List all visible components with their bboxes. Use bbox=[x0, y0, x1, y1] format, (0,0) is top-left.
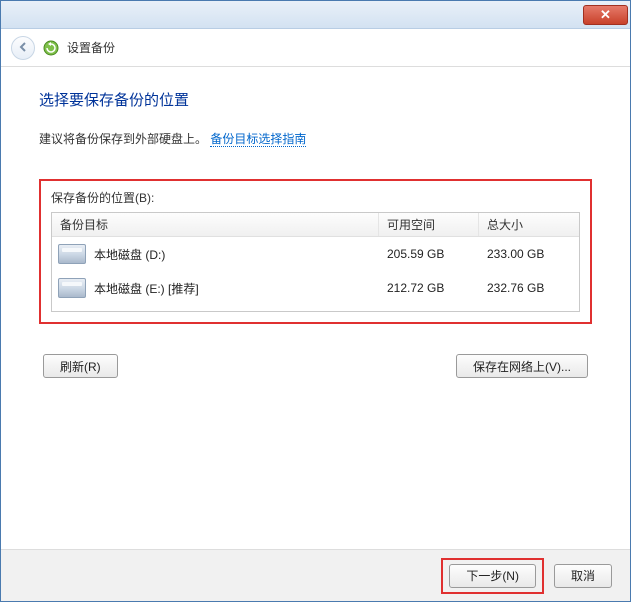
drive-icon bbox=[58, 278, 86, 298]
list-item[interactable]: 本地磁盘 (D:) 205.59 GB 233.00 GB bbox=[52, 237, 579, 271]
dialog-window: ✕ 设置备份 选择要保存备份的位置 建议将备份保存到外部硬盘上。 备份目标选择指… bbox=[0, 0, 631, 602]
page-title: 选择要保存备份的位置 bbox=[39, 89, 592, 110]
list-item[interactable]: 本地磁盘 (E:) [推荐] 212.72 GB 232.76 GB bbox=[52, 271, 579, 305]
close-icon: ✕ bbox=[600, 7, 611, 23]
column-header-free[interactable]: 可用空间 bbox=[379, 213, 479, 236]
drive-name: 本地磁盘 (D:) bbox=[94, 246, 165, 263]
content-area: 选择要保存备份的位置 建议将备份保存到外部硬盘上。 备份目标选择指南 保存备份的… bbox=[1, 67, 630, 549]
back-button[interactable] bbox=[11, 36, 35, 60]
header-bar: 设置备份 bbox=[1, 29, 630, 67]
column-header-name[interactable]: 备份目标 bbox=[52, 213, 379, 236]
drive-icon bbox=[58, 244, 86, 264]
titlebar: ✕ bbox=[1, 1, 630, 29]
footer-bar: 下一步(N) 取消 bbox=[1, 549, 630, 601]
hint-text: 建议将备份保存到外部硬盘上。 bbox=[39, 132, 207, 146]
hint-text-line: 建议将备份保存到外部硬盘上。 备份目标选择指南 bbox=[39, 130, 592, 147]
back-arrow-icon bbox=[17, 40, 29, 56]
list-label: 保存备份的位置(B): bbox=[51, 189, 580, 206]
highlight-box-list: 保存备份的位置(B): 备份目标 可用空间 总大小 本地磁盘 (D:) 205.… bbox=[39, 179, 592, 324]
breadcrumb: 设置备份 bbox=[67, 39, 115, 56]
drive-free: 205.59 GB bbox=[379, 247, 479, 261]
drive-free: 212.72 GB bbox=[379, 281, 479, 295]
column-header-total[interactable]: 总大小 bbox=[479, 213, 579, 236]
save-network-button[interactable]: 保存在网络上(V)... bbox=[456, 354, 588, 378]
backup-icon bbox=[43, 40, 59, 56]
drive-list: 备份目标 可用空间 总大小 本地磁盘 (D:) 205.59 GB 233.00… bbox=[51, 212, 580, 312]
highlight-box-next: 下一步(N) bbox=[441, 558, 544, 594]
hint-link[interactable]: 备份目标选择指南 bbox=[210, 132, 306, 147]
next-button[interactable]: 下一步(N) bbox=[449, 564, 536, 588]
drive-total: 233.00 GB bbox=[479, 247, 579, 261]
drive-total: 232.76 GB bbox=[479, 281, 579, 295]
refresh-button[interactable]: 刷新(R) bbox=[43, 354, 118, 378]
middle-button-row: 刷新(R) 保存在网络上(V)... bbox=[39, 354, 592, 378]
drive-name: 本地磁盘 (E:) [推荐] bbox=[94, 280, 199, 297]
cancel-button[interactable]: 取消 bbox=[554, 564, 612, 588]
list-header: 备份目标 可用空间 总大小 bbox=[52, 213, 579, 237]
close-button[interactable]: ✕ bbox=[583, 5, 628, 25]
